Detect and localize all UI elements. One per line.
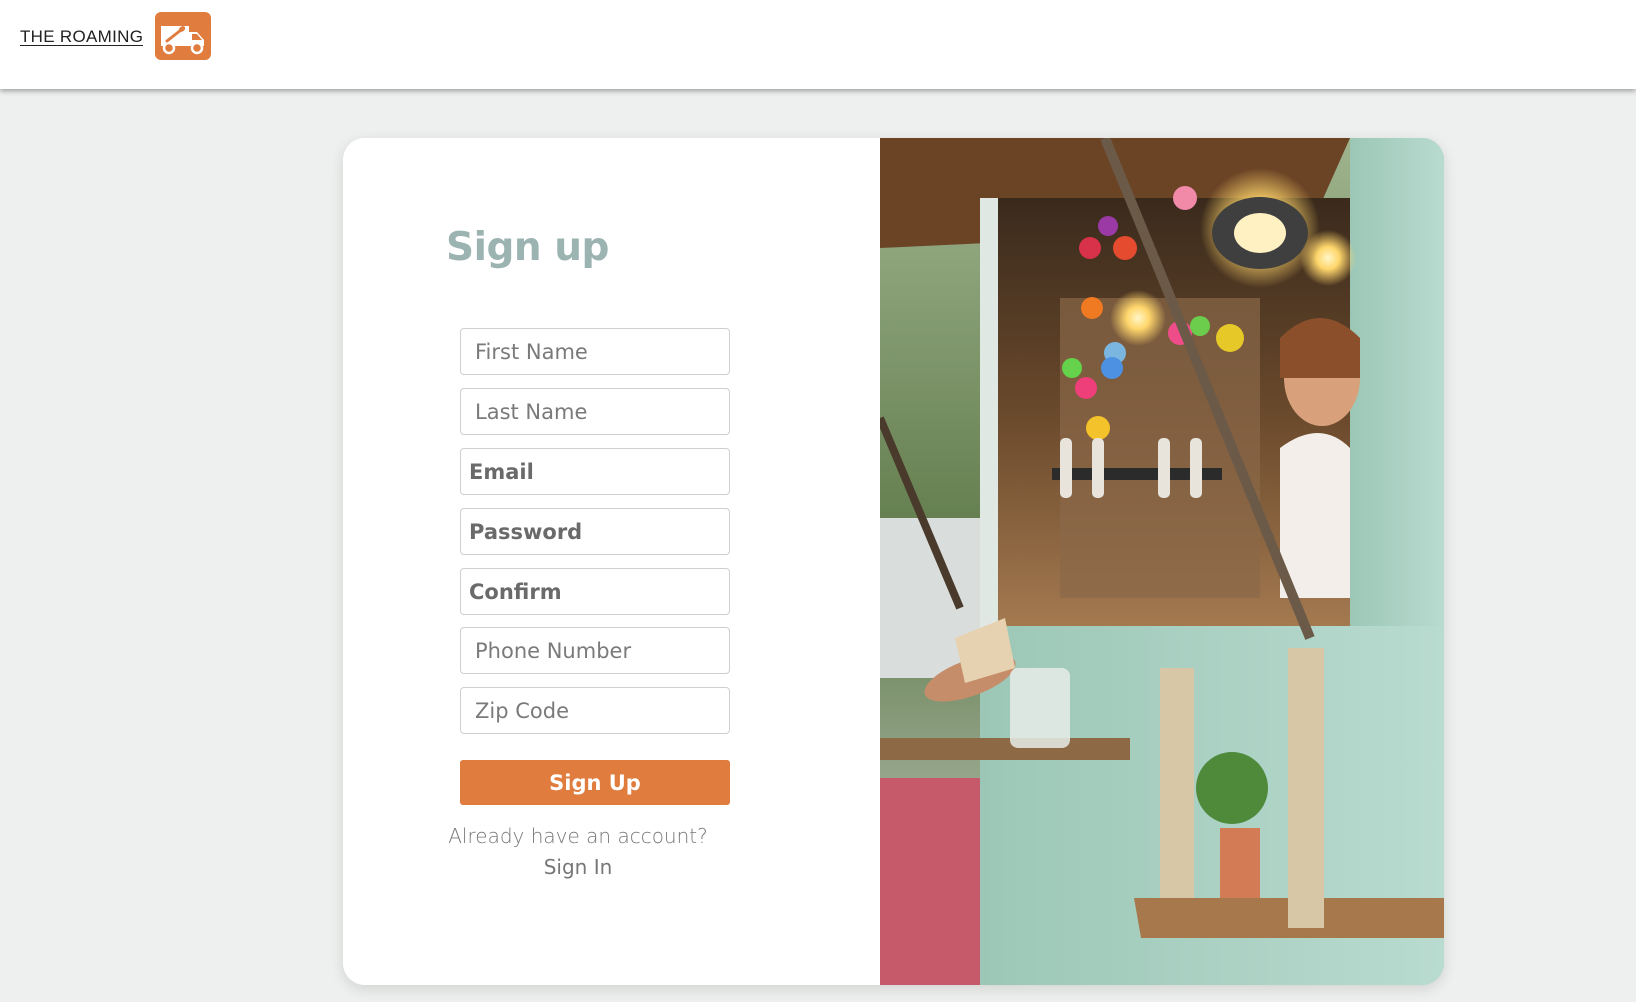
signup-form-panel: Sign up Sign Up Already have an account?…: [343, 138, 880, 985]
password-field[interactable]: [460, 508, 730, 555]
brand-home-link[interactable]: THE ROAMING: [20, 12, 212, 60]
top-navbar: THE ROAMING: [0, 0, 1636, 89]
sign-up-button[interactable]: Sign Up: [460, 760, 730, 805]
phone-number-field[interactable]: [460, 627, 730, 674]
confirm-password-field[interactable]: [460, 568, 730, 615]
food-truck-photo: [880, 138, 1444, 985]
zip-code-field[interactable]: [460, 687, 730, 734]
last-name-field[interactable]: [460, 388, 730, 435]
email-field[interactable]: [460, 448, 730, 495]
food-truck-icon: [155, 12, 212, 60]
food-truck-illustration: [880, 138, 1444, 985]
account-prompt: Already have an account?: [448, 824, 708, 848]
first-name-field[interactable]: [460, 328, 730, 375]
signup-card: Sign up Sign Up Already have an account?…: [343, 138, 1444, 985]
page-title: Sign up: [446, 225, 609, 270]
sign-in-link[interactable]: Sign In: [403, 852, 753, 883]
brand-name: THE ROAMING: [20, 26, 144, 46]
